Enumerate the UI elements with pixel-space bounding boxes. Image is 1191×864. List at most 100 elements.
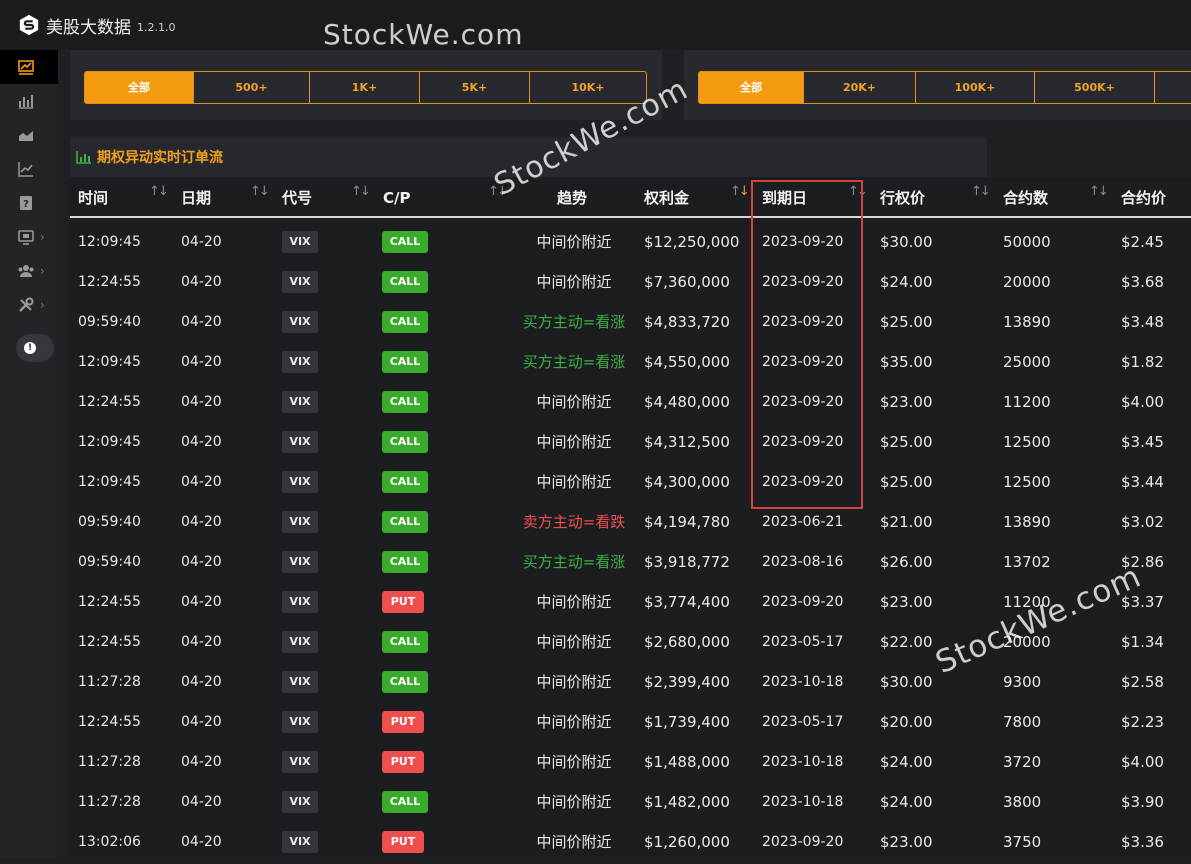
table-row[interactable]: 09:59:40 04-20 VIX CALL 卖方主动=看跌 $4,194,780 202… [70, 500, 1191, 540]
ticker-badge[interactable]: VIX [282, 431, 318, 453]
table-row[interactable]: 11:27:28 04-20 VIX CALL 中间价附近 $1,482,000 2023-… [70, 780, 1191, 820]
column-header-premium[interactable]: 权利金 [644, 178, 689, 216]
cell-date: 04-20 [181, 554, 222, 570]
svg-text:?: ? [23, 199, 29, 210]
table-row[interactable]: 12:24:55 04-20 VIX PUT 中间价附近 $3,774,400 2023-0… [70, 580, 1191, 620]
filter-right-500k[interactable]: 500K+ [1035, 72, 1155, 103]
call-badge: CALL [382, 551, 428, 573]
ticker-badge[interactable]: VIX [282, 791, 318, 813]
section-header: 期权异动实时订单流 [70, 137, 987, 177]
filter-left-all[interactable]: 全部 [85, 72, 194, 103]
column-header-price[interactable]: 合约价 [1121, 178, 1166, 216]
cell-contracts: 25000 [1003, 353, 1051, 371]
table-row[interactable]: 12:24:55 04-20 VIX CALL 中间价附近 $4,480,000 2023-… [70, 380, 1191, 420]
cell-contracts: 3750 [1003, 833, 1042, 851]
table-row[interactable]: 12:09:45 04-20 VIX CALL 中间价附近 $4,312,500 2023-… [70, 420, 1191, 460]
cell-trend: 中间价附近 [536, 833, 612, 851]
cell-price: $2.23 [1121, 713, 1164, 731]
filter-left-1k[interactable]: 1K+ [310, 72, 420, 103]
cell-trend: 中间价附近 [536, 633, 612, 651]
cell-expiry: 2023-09-20 [762, 394, 844, 410]
column-header-cp[interactable]: C/P [383, 178, 410, 216]
sort-icon[interactable]: ↑↓ [848, 178, 868, 216]
ticker-badge[interactable]: VIX [282, 831, 318, 853]
table-row[interactable]: 12:09:45 04-20 VIX CALL 中间价附近 $4,300,000 2023-… [70, 460, 1191, 500]
filter-left-500[interactable]: 500+ [194, 72, 310, 103]
filter-left-10k[interactable]: 10K+ [530, 72, 646, 103]
column-header-expiry[interactable]: 到期日 [762, 178, 807, 216]
table-row[interactable]: 12:09:45 04-20 VIX CALL 买方主动=看涨 $4,550,000 202… [70, 340, 1191, 380]
ticker-badge[interactable]: VIX [282, 311, 318, 333]
sort-icon[interactable]: ↑↓ [250, 178, 270, 216]
cell-contracts: 13890 [1003, 313, 1051, 331]
sort-desc-icon[interactable]: ↑↓ [730, 178, 750, 216]
ticker-badge[interactable]: VIX [282, 591, 318, 613]
sort-icon[interactable]: ↑↓ [351, 178, 371, 216]
cell-trend: 中间价附近 [536, 793, 612, 811]
sort-icon[interactable]: ↑↓ [971, 178, 991, 216]
ticker-badge[interactable]: VIX [282, 231, 318, 253]
ticker-badge[interactable]: VIX [282, 391, 318, 413]
column-header-trend[interactable]: 趋势 [557, 178, 587, 216]
sidebar-item-flow[interactable] [0, 50, 58, 84]
column-header-contracts[interactable]: 合约数 [1003, 178, 1048, 216]
column-header-strike[interactable]: 行权价 [880, 178, 925, 216]
cell-time: 09:59:40 [78, 314, 141, 330]
ticker-badge[interactable]: VIX [282, 631, 318, 653]
ticker-badge[interactable]: VIX [282, 271, 318, 293]
call-badge: CALL [382, 431, 428, 453]
filter-right-100k[interactable]: 100K+ [916, 72, 1035, 103]
cell-premium: $4,194,780 [644, 513, 730, 531]
theme-toggle[interactable]: ! [16, 334, 54, 362]
filter-left-5k[interactable]: 5K+ [420, 72, 530, 103]
filter-right-all[interactable]: 全部 [699, 72, 804, 103]
table-row[interactable]: 13:02:06 04-20 VIX PUT 中间价附近 $1,260,000 2023-0… [70, 820, 1191, 860]
cell-contracts: 12500 [1003, 473, 1051, 491]
cell-trend: 买方主动=看涨 [522, 553, 626, 571]
cell-expiry: 2023-09-20 [762, 834, 844, 850]
cell-strike: $22.00 [880, 633, 933, 651]
column-header-time[interactable]: 时间 [78, 178, 108, 216]
column-header-date[interactable]: 日期 [181, 178, 211, 216]
table-row[interactable]: 09:59:40 04-20 VIX CALL 买方主动=看涨 $3,918,772 202… [70, 540, 1191, 580]
cell-time: 11:27:28 [78, 754, 141, 770]
table-row[interactable]: 11:27:28 04-20 VIX CALL 中间价附近 $2,399,400 2023-… [70, 660, 1191, 700]
sidebar-item-stats[interactable] [0, 84, 58, 118]
table-row[interactable]: 12:24:55 04-20 VIX PUT 中间价附近 $1,739,400 2023-0… [70, 700, 1191, 740]
sort-icon[interactable]: ↑↓ [1089, 178, 1109, 216]
table-row[interactable]: 12:24:55 04-20 VIX CALL 中间价附近 $2,680,000 2023-… [70, 620, 1191, 660]
ticker-badge[interactable]: VIX [282, 711, 318, 733]
ticker-badge[interactable]: VIX [282, 511, 318, 533]
table-row[interactable]: 09:59:40 04-20 VIX CALL 买方主动=看涨 $4,833,720 202… [70, 300, 1191, 340]
cell-date: 04-20 [181, 354, 222, 370]
table-row[interactable]: 11:27:28 04-20 VIX PUT 中间价附近 $1,488,000 2023-1… [70, 740, 1191, 780]
sidebar-item-area[interactable] [0, 118, 58, 152]
table-row[interactable]: 12:09:45 04-20 VIX CALL 中间价附近 $12,250,000 2023… [70, 220, 1191, 260]
filter-right-20k[interactable]: 20K+ [804, 72, 916, 103]
call-badge: CALL [382, 311, 428, 333]
cell-time: 12:09:45 [78, 474, 141, 490]
ticker-badge[interactable]: VIX [282, 551, 318, 573]
sort-icon[interactable]: ↑↓ [488, 178, 508, 216]
filter-right-more[interactable] [1155, 72, 1191, 103]
ticker-badge[interactable]: VIX [282, 351, 318, 373]
cell-strike: $25.00 [880, 473, 933, 491]
column-header-ticker[interactable]: 代号 [282, 178, 312, 216]
chevron-right-icon: › [40, 298, 45, 312]
sidebar-item-monitor[interactable]: › [0, 220, 58, 254]
cell-contracts: 11200 [1003, 393, 1051, 411]
sidebar-item-help[interactable]: ? [0, 186, 58, 220]
cell-strike: $26.00 [880, 553, 933, 571]
cell-price: $3.45 [1121, 433, 1164, 451]
sort-icon[interactable]: ↑↓ [149, 178, 169, 216]
cell-date: 04-20 [181, 754, 222, 770]
sidebar-item-trend[interactable] [0, 152, 58, 186]
cell-contracts: 7800 [1003, 713, 1042, 731]
sidebar-item-tools[interactable]: › [0, 288, 58, 322]
ticker-badge[interactable]: VIX [282, 751, 318, 773]
ticker-badge[interactable]: VIX [282, 471, 318, 493]
ticker-badge[interactable]: VIX [282, 671, 318, 693]
tools-icon [19, 297, 34, 312]
sidebar-item-users[interactable]: › [0, 254, 58, 288]
table-row[interactable]: 12:24:55 04-20 VIX CALL 中间价附近 $7,360,000 2023-… [70, 260, 1191, 300]
